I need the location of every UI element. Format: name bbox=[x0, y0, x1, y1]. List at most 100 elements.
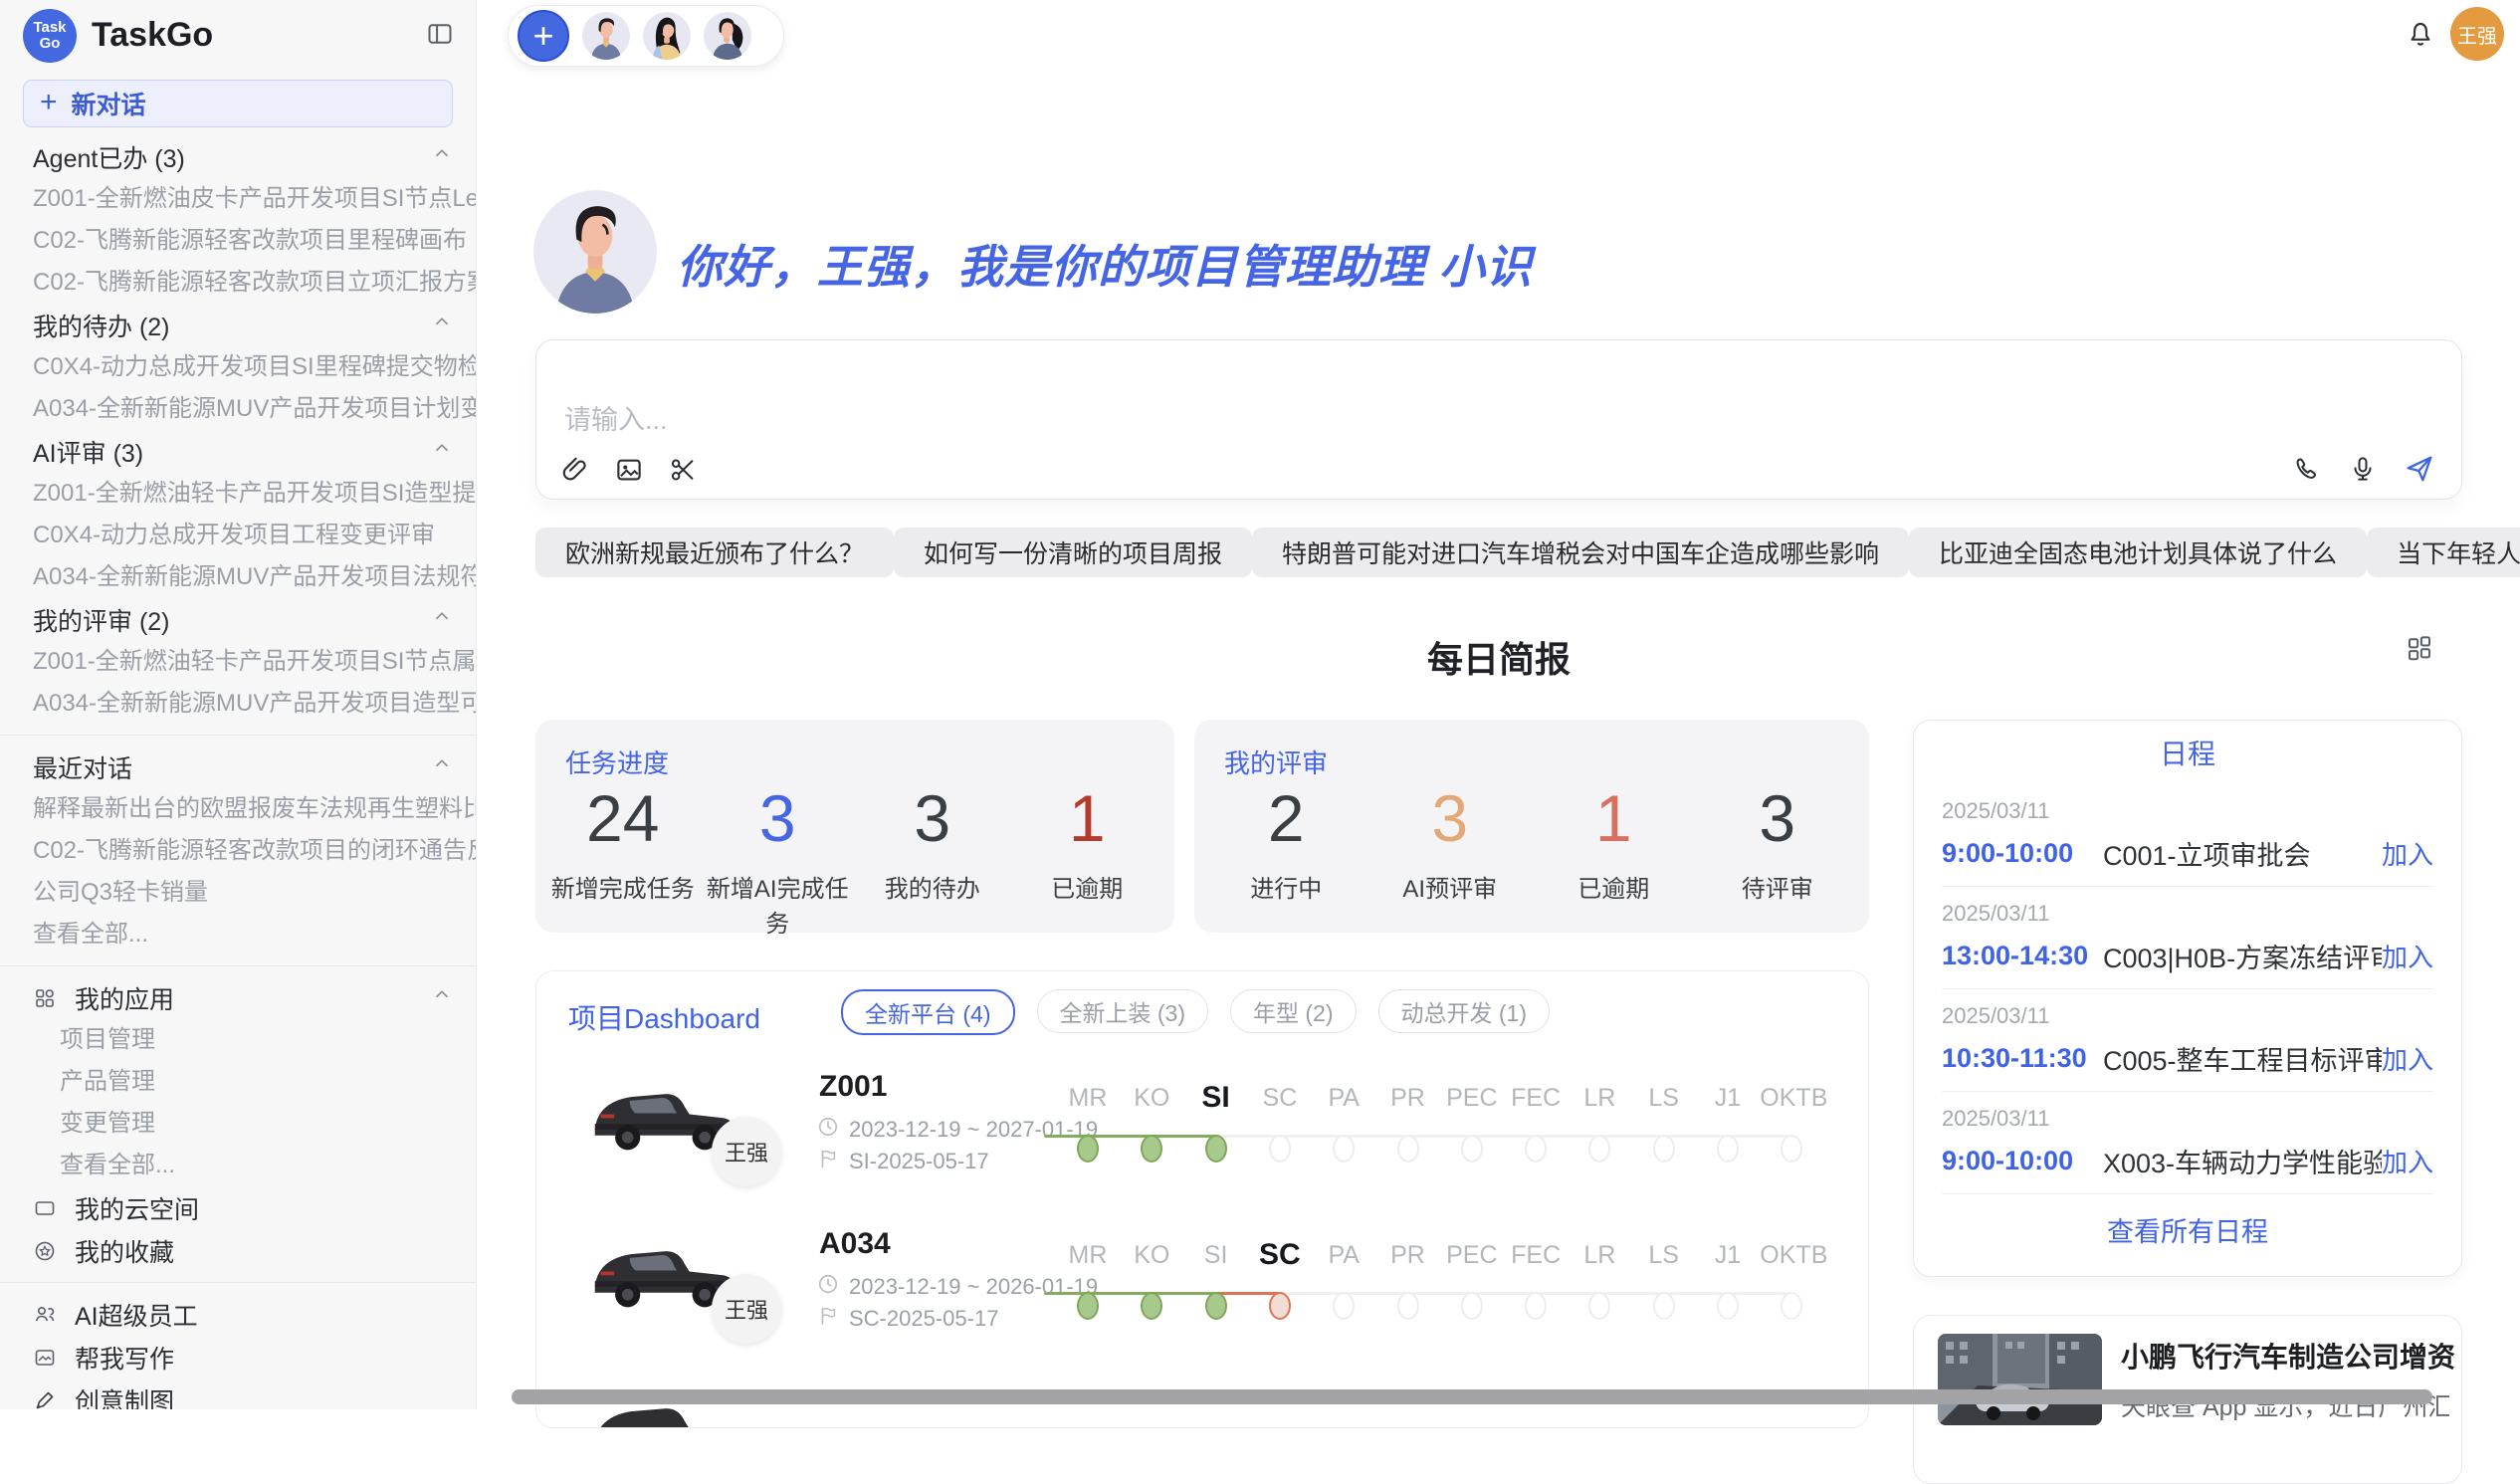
sidebar-group-header[interactable]: Agent已办 (3) bbox=[0, 135, 476, 178]
chevron-up-icon[interactable] bbox=[431, 752, 453, 781]
user-avatar[interactable]: 王强 bbox=[2450, 7, 2504, 61]
milestone-dot bbox=[1588, 1292, 1610, 1320]
milestone-dot bbox=[1077, 1135, 1099, 1163]
suggestion-chip[interactable]: 当下年轻人对汽车外观有怎样的喜好趋势 bbox=[2367, 528, 2520, 577]
sidebar-task-item[interactable]: Z001-全新燃油皮卡产品开发项目SI节点Lesson Learn报告 bbox=[0, 178, 476, 220]
milestone-label: FEC bbox=[1504, 1237, 1568, 1273]
milestone-dot bbox=[1141, 1292, 1162, 1320]
sidebar-task-item[interactable]: Z001-全新燃油轻卡产品开发项目SI节点属性5D文件评审 bbox=[0, 641, 476, 683]
sidebar-group-header[interactable]: AI评审 (3) bbox=[0, 430, 476, 473]
sidebar-list: Agent已办 (3)Z001-全新燃油皮卡产品开发项目SI节点Lesson L… bbox=[0, 135, 476, 1409]
sidebar-task-item[interactable]: C02-飞腾新能源轻客改款项目立项汇报方案 bbox=[0, 262, 476, 304]
sidebar-task-item[interactable]: A034-全新新能源MUV产品开发项目造型可行性评审 bbox=[0, 683, 476, 725]
project-owner-badge[interactable]: 王强 bbox=[712, 1274, 781, 1344]
view-all-conversations-link[interactable]: 查看全部... bbox=[0, 914, 476, 955]
stat-value: 3 bbox=[701, 781, 856, 855]
chevron-up-icon[interactable] bbox=[431, 142, 453, 171]
milestone-label: PEC bbox=[1440, 1237, 1504, 1273]
stat-value: 2 bbox=[1204, 781, 1368, 855]
app-logo: Task Go bbox=[23, 9, 77, 63]
suggestion-chip[interactable]: 比亚迪全固态电池计划具体说了什么 bbox=[1909, 528, 2367, 577]
add-conversation-button[interactable]: + bbox=[518, 10, 569, 62]
scissors-icon[interactable] bbox=[668, 455, 698, 485]
sidebar-task-item[interactable]: Z001-全新燃油轻卡产品开发项目SI造型提交物评审 bbox=[0, 473, 476, 515]
view-all-apps-link[interactable]: 查看全部... bbox=[0, 1145, 476, 1186]
milestone-dot bbox=[1525, 1135, 1547, 1163]
dashboard-filter-chip[interactable]: 全新上装 (3) bbox=[1037, 989, 1209, 1033]
sidebar-item-ai-super-staff[interactable]: AI超级员工 bbox=[0, 1293, 476, 1336]
chevron-up-icon[interactable] bbox=[431, 437, 453, 466]
stat-item: 1已逾期 bbox=[1010, 781, 1165, 939]
milestone-label: LS bbox=[1632, 1080, 1696, 1116]
milestone: PR bbox=[1376, 1237, 1440, 1273]
image-upload-icon[interactable] bbox=[614, 455, 644, 485]
join-event-link[interactable]: 加入 bbox=[2382, 835, 2433, 872]
app-item[interactable]: 产品管理 bbox=[0, 1061, 476, 1103]
event-row: 9:00-10:00X003-车辆动力学性能验...加入 bbox=[1942, 1142, 2433, 1180]
people-icon bbox=[33, 1303, 57, 1327]
message-composer[interactable]: 请输入... bbox=[535, 339, 2462, 500]
milestone: SI bbox=[1184, 1080, 1248, 1116]
milestone-label: SC bbox=[1248, 1237, 1312, 1273]
join-event-link[interactable]: 加入 bbox=[2382, 1143, 2433, 1179]
new-chat-button[interactable]: + 新对话 bbox=[23, 80, 453, 127]
milestone-dot bbox=[1397, 1292, 1419, 1320]
sidebar-group-header[interactable]: 我的评审 (2) bbox=[0, 598, 476, 641]
chevron-up-icon[interactable] bbox=[431, 983, 453, 1012]
dashboard-filter-chip[interactable]: 全新平台 (4) bbox=[841, 989, 1015, 1035]
suggestion-chip[interactable]: 欧洲新规最近颁布了什么？ bbox=[535, 528, 894, 577]
milestone: MR bbox=[1056, 1080, 1120, 1116]
recent-conversation-item[interactable]: C02-飞腾新能源轻客改款项目的闭环通告反馈情况 bbox=[0, 830, 476, 872]
stat-item: 3新增AI完成任务 bbox=[701, 781, 856, 939]
avatar-woman-dark[interactable] bbox=[704, 12, 751, 60]
dashboard-filter-chip[interactable]: 年型 (2) bbox=[1230, 989, 1357, 1033]
suggestion-chip[interactable]: 特朗普可能对进口汽车增税会对中国车企造成哪些影响 bbox=[1252, 528, 1909, 577]
sidebar-item-creative-draw[interactable]: 创意制图 bbox=[0, 1378, 476, 1409]
milestone-dot bbox=[1333, 1135, 1355, 1163]
avatar-man[interactable] bbox=[582, 12, 630, 60]
brief-layout-grid-icon[interactable] bbox=[2405, 633, 2434, 668]
sidebar-group-header[interactable]: 我的待办 (2) bbox=[0, 304, 476, 346]
sidebar-task-item[interactable]: C0X4-动力总成开发项目工程变更评审 bbox=[0, 515, 476, 556]
avatar-woman-yellow[interactable] bbox=[643, 12, 691, 60]
app-item[interactable]: 变更管理 bbox=[0, 1103, 476, 1145]
collapse-sidebar-icon[interactable] bbox=[426, 20, 454, 53]
project-row: 王强Z0012023-12-19 ~ 2027-01-19SI-2025-05-… bbox=[536, 1068, 1869, 1197]
attachment-icon[interactable] bbox=[560, 455, 590, 485]
sidebar-item-cloud-space[interactable]: 我的云空间 bbox=[0, 1186, 476, 1229]
milestone-dot bbox=[1205, 1135, 1227, 1163]
chevron-up-icon[interactable] bbox=[431, 311, 453, 339]
event-time: 9:00-10:00 bbox=[1942, 1146, 2103, 1176]
milestone-dot bbox=[1525, 1292, 1547, 1320]
chevron-up-icon[interactable] bbox=[431, 605, 453, 634]
recent-conversation-item[interactable]: 解释最新出台的欧盟报废车法规再生塑料比例被调至15%... bbox=[0, 788, 476, 830]
sidebar-item-help-write[interactable]: 帮我写作 bbox=[0, 1336, 476, 1378]
send-icon[interactable] bbox=[2404, 453, 2435, 485]
app-item[interactable]: 项目管理 bbox=[0, 1019, 476, 1061]
milestone: FEC bbox=[1504, 1237, 1568, 1273]
divider bbox=[0, 735, 476, 736]
milestone-dot bbox=[1781, 1292, 1802, 1320]
join-event-link[interactable]: 加入 bbox=[2382, 1040, 2433, 1077]
suggestion-chip[interactable]: 如何写一份清晰的项目周报 bbox=[894, 528, 1252, 577]
sidebar-item-my-apps[interactable]: 我的应用 bbox=[0, 976, 476, 1019]
project-owner-badge[interactable]: 王强 bbox=[712, 1117, 781, 1186]
sidebar-task-item[interactable]: A034-全新新能源MUV产品开发项目法规符合性评审 bbox=[0, 556, 476, 598]
milestone-label: OKTB bbox=[1760, 1237, 1823, 1273]
sidebar-item-favorites[interactable]: 我的收藏 bbox=[0, 1229, 476, 1272]
join-event-link[interactable]: 加入 bbox=[2382, 938, 2433, 974]
stat-label: 新增完成任务 bbox=[545, 869, 701, 904]
recent-conversation-item[interactable]: 公司Q3轻卡销量 bbox=[0, 872, 476, 914]
notification-bell-icon[interactable] bbox=[2405, 18, 2436, 55]
microphone-icon[interactable] bbox=[2348, 454, 2378, 484]
stat-value: 3 bbox=[1696, 781, 1860, 855]
sidebar-group-header[interactable]: 最近对话 bbox=[0, 745, 476, 788]
sidebar-task-item[interactable]: A034-全新新能源MUV产品开发项目计划变更表编写 bbox=[0, 388, 476, 430]
phone-call-icon[interactable] bbox=[2292, 454, 2322, 484]
sidebar-task-item[interactable]: C02-飞腾新能源轻客改款项目里程碑画布 bbox=[0, 220, 476, 262]
horizontal-scrollbar[interactable] bbox=[512, 1389, 2432, 1404]
project-flag-text: SC-2025-05-17 bbox=[849, 1306, 998, 1332]
dashboard-filter-chip[interactable]: 动总开发 (1) bbox=[1378, 989, 1551, 1033]
view-all-schedule-link[interactable]: 查看所有日程 bbox=[1914, 1194, 2461, 1264]
sidebar-task-item[interactable]: C0X4-动力总成开发项目SI里程碑提交物检查 bbox=[0, 346, 476, 388]
